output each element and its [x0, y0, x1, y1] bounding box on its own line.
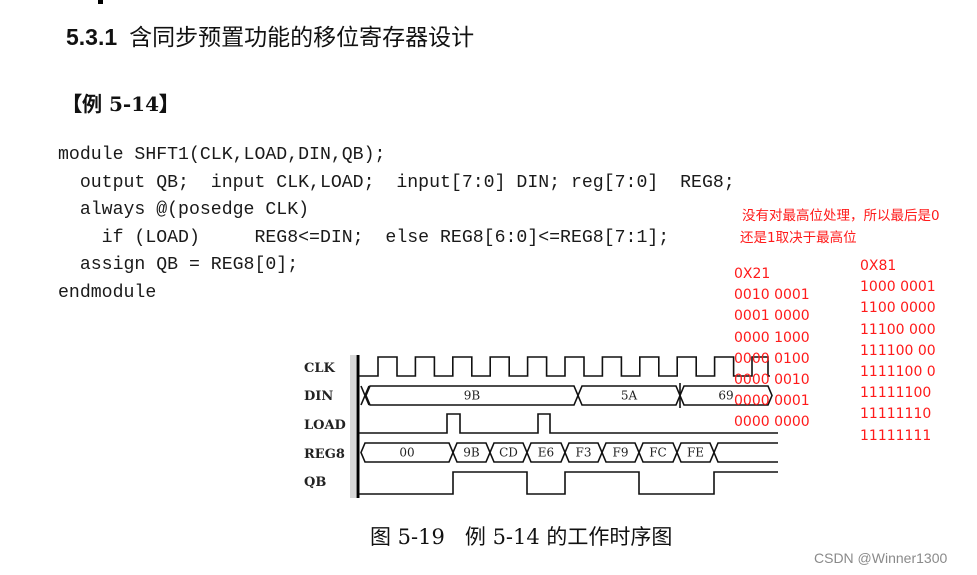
reg8-bus-segment — [713, 442, 778, 463]
signal-label-load: LOAD — [304, 418, 346, 433]
figure-caption-text: 例 5-14 的工作时序图 — [464, 525, 673, 549]
reg8-bus-value: FE — [687, 446, 704, 460]
din-bus-value: 5A — [621, 389, 638, 403]
reg8-bus-value: 9B — [463, 446, 480, 460]
section-heading: 5.3.1 含同步预置功能的移位寄存器设计 — [66, 18, 474, 52]
section-number: 5.3.1 — [66, 24, 118, 50]
load-waveform — [359, 413, 778, 434]
scan-artifact — [98, 0, 103, 4]
signal-label-qb: QB — [304, 475, 326, 490]
reg8-bus-value: F3 — [576, 446, 592, 460]
cursor-shade — [350, 355, 356, 498]
annotation-binary-value: 0X21 — [734, 266, 771, 282]
figure-caption: 图 5-19 例 5-14 的工作时序图 — [370, 521, 672, 551]
annotation-binary-value: 11111100 — [860, 385, 932, 402]
code-line: output QB; input CLK,LOAD; input[7:0] DI… — [58, 172, 735, 193]
annotation-binary-value: 0000 0010 — [734, 372, 810, 389]
annotation-column-0x21: 0X21 0010 0001 0001 0000 0000 1000 0000 0100… — [734, 264, 810, 434]
reg8-bus-value: 00 — [399, 446, 414, 460]
annotation-note-line2: 还是1取决于最高位 — [740, 230, 857, 246]
code-line: if (LOAD) REG8<=DIN; else REG8[6:0]<=REG… — [58, 227, 670, 248]
qb-waveform — [359, 471, 778, 495]
annotation-binary-value: 0X81 — [860, 258, 897, 274]
signal-label-din: DIN — [304, 389, 333, 404]
annotation-binary-value: 0010 0001 — [734, 287, 810, 304]
annotation-binary-value: 0000 0000 — [734, 414, 810, 431]
annotation-binary-value: 11111111 — [860, 427, 932, 444]
figure-number: 图 5-19 — [370, 525, 445, 549]
din-bus-value: 9B — [464, 389, 481, 403]
code-line: module SHFT1(CLK,LOAD,DIN,QB); — [58, 145, 386, 165]
reg8-bus-value: FC — [649, 446, 667, 460]
timing-diagram: CLK DIN LOAD REG8 QB 9B 5A 69 00 9B CD E6 F3 F9 F… — [304, 355, 778, 498]
reg8-bus-value: F9 — [613, 446, 629, 460]
din-bus-value: 69 — [718, 389, 733, 403]
annotation-binary-value: 0000 0001 — [734, 393, 810, 410]
annotation-binary-value: 11111110 — [860, 406, 932, 423]
example-label: 【例 5-14】 — [62, 92, 180, 116]
annotation-binary-value: 1100 0000 — [860, 300, 936, 317]
section-title: 含同步预置功能的移位寄存器设计 — [129, 25, 475, 51]
annotation-binary-value: 11100 000 — [860, 321, 936, 338]
annotation-binary-value: 111100 00 — [860, 342, 936, 359]
code-line: assign QB = REG8[0]; — [58, 255, 299, 276]
annotation-note-line1: 没有对最高位处理，所以最后是0 — [742, 208, 940, 224]
csdn-watermark: CSDN @Winner1300 — [814, 550, 948, 566]
annotation-binary-value: 1000 0001 — [860, 279, 936, 296]
annotation-column-0x81: 0X81 1000 0001 1100 0000 11100 000 111100 00… — [860, 256, 936, 447]
signal-label-reg8: REG8 — [304, 447, 345, 462]
annotation-binary-value: 0000 1000 — [734, 329, 810, 346]
clk-waveform — [359, 356, 770, 377]
reg8-bus-value: E6 — [538, 446, 554, 460]
din-initial-transition — [360, 385, 370, 406]
code-line: endmodule — [58, 282, 157, 303]
annotation-binary-value: 0000 0100 — [734, 350, 810, 367]
verilog-code-block: module SHFT1(CLK,LOAD,DIN,QB); output QB… — [58, 142, 735, 308]
code-line: always @(posedge CLK) — [58, 200, 310, 221]
signal-label-clk: CLK — [304, 361, 335, 376]
annotation-binary-value: 1111100 0 — [860, 364, 936, 381]
reg8-bus-value: CD — [499, 446, 518, 460]
annotation-binary-value: 0001 0000 — [734, 308, 810, 325]
